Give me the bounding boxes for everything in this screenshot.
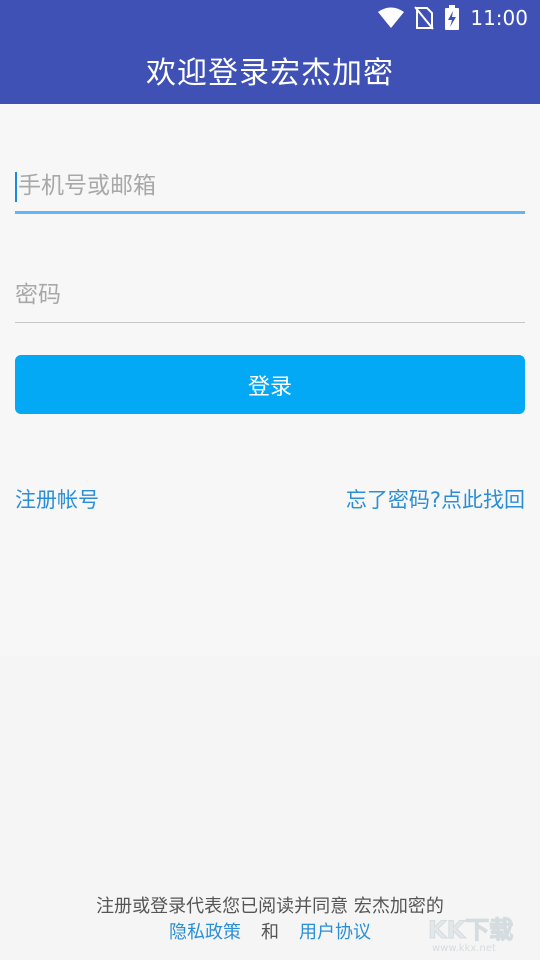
password-field: [15, 267, 525, 323]
forgot-password-link[interactable]: 忘了密码?点此找回: [346, 484, 525, 514]
login-screen: 11:00 欢迎登录宏杰加密 登录 注册帐号 忘了密码?点此找回 注册或登录代表…: [0, 0, 540, 960]
user-agreement-link[interactable]: 用户协议: [299, 920, 371, 946]
wifi-icon: [378, 7, 405, 28]
no-sim-icon: [414, 6, 435, 30]
app-bar: 欢迎登录宏杰加密: [0, 36, 540, 104]
login-button[interactable]: 登录: [15, 355, 525, 414]
battery-charging-icon: [445, 5, 460, 30]
password-underline: [15, 322, 525, 323]
login-form: 登录 注册帐号 忘了密码?点此找回: [0, 104, 540, 656]
status-time: 11:00: [470, 6, 528, 30]
status-icons: 11:00: [378, 0, 528, 36]
register-link[interactable]: 注册帐号: [15, 484, 99, 514]
privacy-policy-link[interactable]: 隐私政策: [169, 920, 241, 946]
phone-email-underline: [15, 211, 525, 214]
kk-watermark-logo: KK下载 www.kkx.net: [428, 916, 514, 955]
phone-email-field: [15, 158, 528, 214]
status-bar: 11:00: [0, 0, 540, 36]
and-text: 和: [261, 922, 279, 943]
app-title: 欢迎登录宏杰加密: [146, 56, 394, 91]
password-input[interactable]: [15, 267, 525, 323]
phone-email-input[interactable]: [15, 158, 528, 214]
svg-text:KK下载: KK下载: [428, 916, 513, 944]
text-cursor: [15, 172, 17, 202]
svg-text:www.kkx.net: www.kkx.net: [432, 943, 496, 954]
